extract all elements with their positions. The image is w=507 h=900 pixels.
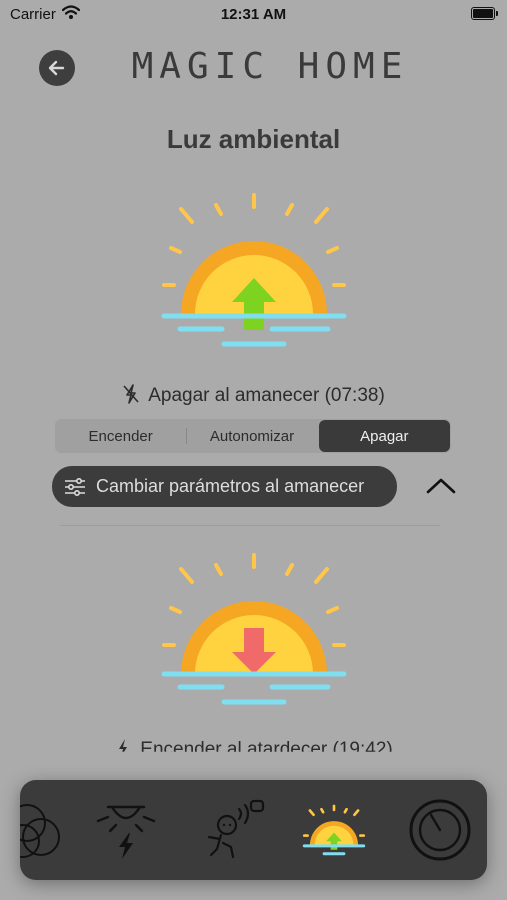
mode-autonomizar[interactable]: Autonomizar (186, 419, 317, 453)
status-bar: Carrier 12:31 AM (0, 0, 507, 30)
tab-bar (20, 780, 487, 880)
sunrise-status: Apagar al amanecer (07:38) (0, 384, 507, 407)
tab-sunrise[interactable] (290, 780, 378, 880)
sunrise-status-text: Apagar al amanecer (07:38) (148, 385, 385, 406)
tab-colors[interactable] (20, 780, 70, 880)
mode-apagar[interactable]: Apagar (318, 420, 450, 452)
motion-sensor-icon (207, 799, 265, 859)
tab-lamp[interactable] (82, 780, 170, 880)
sunrise-mode-selector[interactable]: Encender Autonomizar Apagar (55, 419, 451, 453)
sliders-icon (65, 477, 85, 496)
sunrise-icon (302, 804, 366, 856)
tab-timer[interactable] (396, 780, 484, 880)
mode-encender[interactable]: Encender (55, 419, 186, 453)
chevron-up-icon[interactable] (425, 476, 457, 496)
ceiling-lamp-icon (96, 805, 156, 859)
timer-icon (409, 799, 471, 861)
sunset-illustration (161, 553, 347, 705)
power-on-icon (119, 739, 128, 752)
change-sunrise-params-button[interactable]: Cambiar parámetros al amanecer (52, 466, 397, 507)
app-title: MAGIC HOME (131, 46, 409, 87)
tab-motion[interactable] (192, 780, 280, 880)
battery-icon (471, 7, 498, 20)
sunset-status-text: Encender al atardecer (19:42) (140, 739, 393, 760)
sunrise-illustration (161, 193, 347, 347)
color-circles-icon (20, 804, 60, 858)
sunset-status: Encender al atardecer (19:42) (0, 738, 507, 760)
status-time: 12:31 AM (220, 6, 287, 23)
divider (60, 525, 440, 526)
power-off-icon (123, 384, 139, 404)
section-title: Luz ambiental (166, 124, 341, 154)
change-sunrise-params-label: Cambiar parámetros al amanecer (96, 476, 365, 496)
